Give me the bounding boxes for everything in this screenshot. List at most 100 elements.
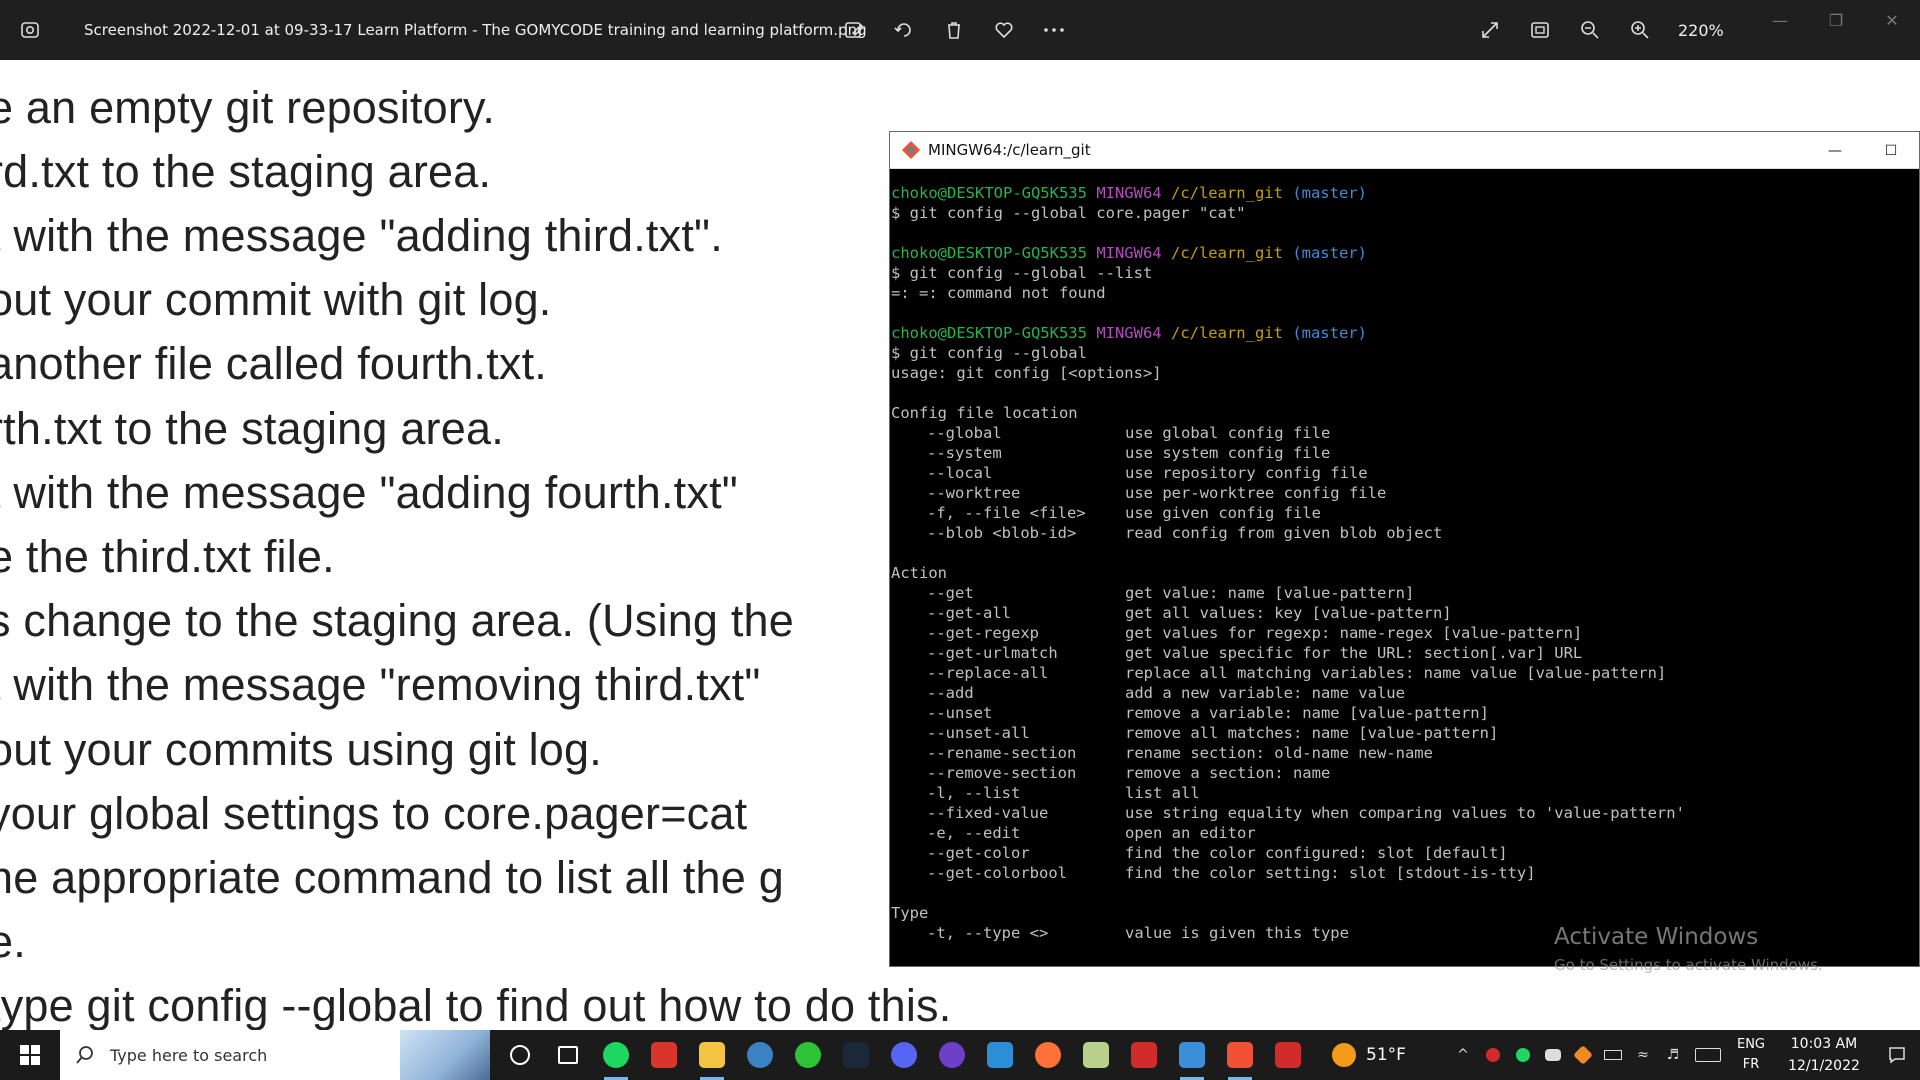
option-flag: --blob <blob-id> [927, 524, 1077, 542]
photos-icon[interactable] [1168, 1030, 1216, 1080]
section-heading: Config file location [891, 404, 1078, 422]
zoom-in-icon[interactable] [1626, 16, 1654, 44]
option-description: use repository config file [1125, 464, 1368, 482]
file-explorer-icon[interactable] [688, 1030, 736, 1080]
instruction-line: type git config --global to find out how… [0, 980, 952, 1030]
terminal-title: MINGW64:/c/learn_git [928, 141, 1091, 159]
cortana-icon[interactable] [496, 1030, 544, 1080]
app-b-icon[interactable] [1264, 1030, 1312, 1080]
command-line: $ git config --global core.pager "cat" [891, 204, 1246, 222]
view-toolbar: 220% [1476, 0, 1724, 60]
option-row: --fixed-value use string equality when co… [891, 803, 1919, 823]
option-row: --get-colorbool find the color setting: s… [891, 863, 1919, 883]
option-flag: --get-colorbool [927, 864, 1067, 882]
photo-toolbar [840, 0, 1068, 60]
option-flag: --remove-section [927, 764, 1077, 782]
option-row: --blob <blob-id> read config from given b… [891, 523, 1919, 543]
chevron-up-icon[interactable]: ^ [1448, 1030, 1478, 1080]
option-description: use given config file [1125, 504, 1321, 522]
fullscreen-icon[interactable] [1476, 16, 1504, 44]
option-flag: --local [927, 464, 993, 482]
pinned-apps [496, 1030, 1312, 1080]
tray-app-icon[interactable] [1478, 1030, 1508, 1080]
instruction-line: t with the message "adding third.txt". [0, 210, 723, 261]
terminal-title-bar[interactable]: MINGW64:/c/learn_git — ☐ [890, 132, 1919, 169]
battery-icon[interactable] [1598, 1030, 1628, 1080]
instruction-line: he appropriate command to list all the g [0, 852, 784, 903]
rotate-icon[interactable] [890, 16, 918, 44]
git-bash-icon[interactable] [1216, 1030, 1264, 1080]
voicemeeter-icon[interactable] [640, 1030, 688, 1080]
photos-app-icon[interactable] [0, 0, 60, 60]
search-highlight-art [400, 1030, 490, 1080]
option-description: value is given this type [1125, 924, 1349, 942]
option-description: remove a variable: name [value-pattern] [1125, 704, 1489, 722]
option-flag: --system [927, 444, 1002, 462]
option-description: remove a section: name [1125, 764, 1331, 782]
zoom-level[interactable]: 220% [1678, 21, 1724, 40]
option-row: --local use repository config file [891, 463, 1919, 483]
tray-orange-app-icon[interactable] [1568, 1030, 1598, 1080]
option-flag: --unset [927, 704, 993, 722]
option-flag: --get [927, 584, 974, 602]
instruction-line: out your commits using git log. [0, 724, 602, 775]
close-icon[interactable]: ✕ [1864, 0, 1920, 40]
more-icon[interactable] [1040, 16, 1068, 44]
terminal-window[interactable]: MINGW64:/c/learn_git — ☐ choko@DESKTOP-G… [889, 131, 1920, 967]
favorite-icon[interactable] [990, 16, 1018, 44]
notification-icon[interactable] [1874, 1030, 1920, 1080]
qbittorrent-icon[interactable] [736, 1030, 784, 1080]
clock[interactable]: 10:03 AM 12/1/2022 [1774, 1033, 1874, 1077]
firefox-icon[interactable] [1024, 1030, 1072, 1080]
weather-widget[interactable]: 51°F [1332, 1043, 1406, 1067]
tray-discord-icon[interactable] [1538, 1030, 1568, 1080]
razer-icon[interactable] [784, 1030, 832, 1080]
app-a-icon[interactable] [1120, 1030, 1168, 1080]
option-description: get value: name [value-pattern] [1125, 584, 1415, 602]
option-description: use system config file [1125, 444, 1331, 462]
option-flag: -t, --type <> [927, 924, 1049, 942]
language-indicator[interactable]: ENG FR [1728, 1035, 1774, 1075]
restore-icon[interactable]: ❐ [1808, 0, 1864, 40]
option-flag: -f, --file <file> [927, 504, 1086, 522]
search-placeholder: Type here to search [110, 1045, 268, 1065]
taskbar-search[interactable]: Type here to search [60, 1030, 490, 1080]
weather-temp: 51°F [1366, 1045, 1406, 1065]
edge-icon[interactable] [1072, 1030, 1120, 1080]
instruction-line: e an empty git repository. [0, 82, 496, 133]
wifi-icon[interactable]: ≈ [1628, 1030, 1658, 1080]
photos-title-bar: Screenshot 2022-12-01 at 09-33-17 Learn … [0, 0, 1920, 60]
delete-icon[interactable] [940, 16, 968, 44]
fit-icon[interactable] [1526, 16, 1554, 44]
instruction-line: e. [0, 916, 26, 967]
option-row: --unset remove a variable: name [value-pa… [891, 703, 1919, 723]
spotify-icon[interactable] [592, 1030, 640, 1080]
option-description: add a new variable: name value [1125, 684, 1405, 702]
option-description: rename section: old-name new-name [1125, 744, 1433, 762]
instruction-line: e the third.txt file. [0, 531, 335, 582]
terminal-output[interactable]: choko@DESKTOP-GQ5K535 MINGW64 /c/learn_g… [890, 169, 1919, 967]
steam-icon[interactable] [832, 1030, 880, 1080]
option-flag: --get-urlmatch [927, 644, 1058, 662]
watermark-title: Activate Windows [1554, 924, 1759, 950]
task-view-icon[interactable] [544, 1030, 592, 1080]
vscode-icon[interactable] [976, 1030, 1024, 1080]
minimize-icon[interactable]: — [1752, 0, 1808, 40]
start-button[interactable] [0, 1030, 60, 1080]
edit-image-icon[interactable] [840, 16, 868, 44]
zoom-out-icon[interactable] [1576, 16, 1604, 44]
terminal-maximize-icon[interactable]: ☐ [1863, 132, 1919, 169]
option-description: replace all matching variables: name val… [1125, 664, 1667, 682]
discord-ptb-icon[interactable] [880, 1030, 928, 1080]
option-description: find the color configured: slot [default… [1125, 844, 1508, 862]
option-flag: --get-regexp [927, 624, 1039, 642]
option-row: --get-regexp get values for regexp: name-… [891, 623, 1919, 643]
terminal-minimize-icon[interactable]: — [1807, 132, 1863, 169]
keyboard-icon[interactable] [1688, 1030, 1728, 1080]
volume-icon[interactable]: ♬ [1658, 1030, 1688, 1080]
instruction-line: s change to the staging area. (Using the [0, 595, 795, 646]
instruction-line: rth.txt to the staging area. [0, 403, 504, 454]
github-desktop-icon[interactable] [928, 1030, 976, 1080]
tray-spotify-icon[interactable] [1508, 1030, 1538, 1080]
prompt-line: choko@DESKTOP-GQ5K535 MINGW64 /c/learn_g… [891, 324, 1367, 342]
